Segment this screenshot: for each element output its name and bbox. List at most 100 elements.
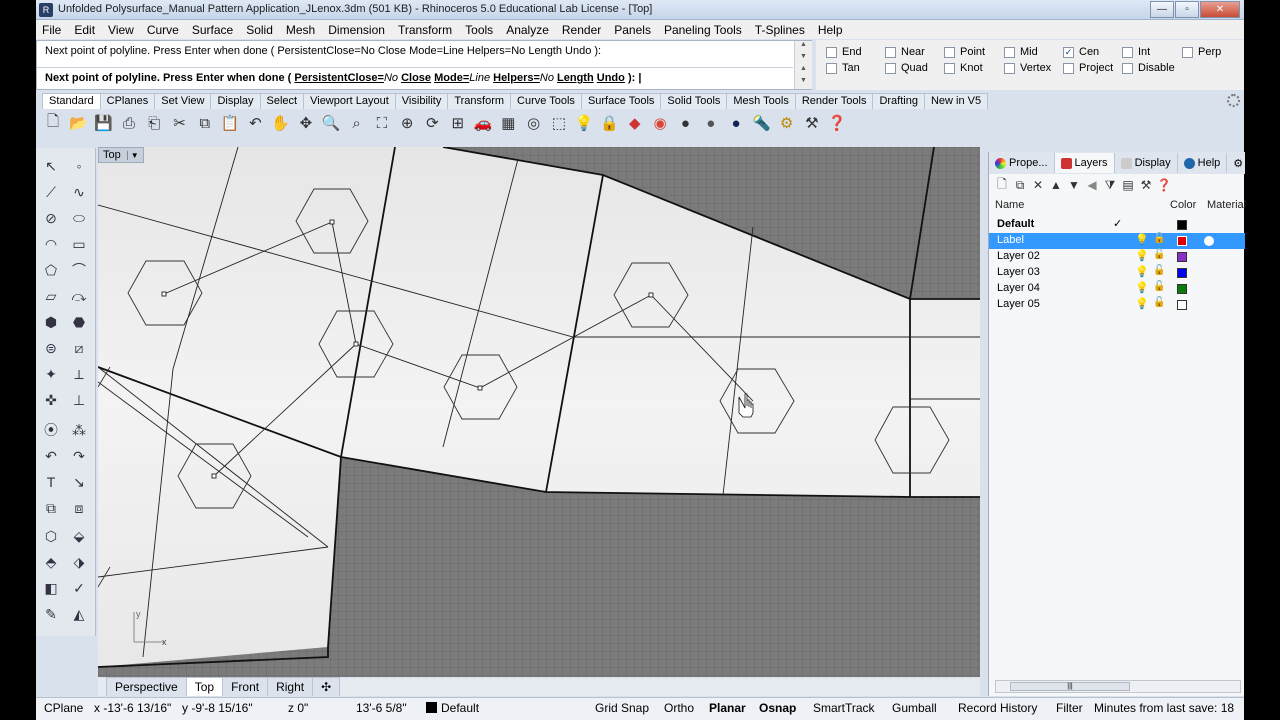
curve-icon[interactable]: ∿ — [68, 182, 90, 202]
options-gear-icon[interactable]: ⚙ — [776, 112, 798, 134]
spheres-icon[interactable]: ⬣ — [68, 312, 90, 332]
tab-new-in-v5[interactable]: New in V5 — [923, 93, 989, 109]
tab-standard[interactable]: Standard — [42, 93, 101, 109]
tab-select[interactable]: Select — [259, 93, 305, 109]
menu-render[interactable]: Render — [562, 23, 601, 37]
viewport-title[interactable]: Top ▼ — [98, 147, 144, 163]
boolean-icon[interactable]: ⦿ — [40, 420, 62, 440]
menu-analyze[interactable]: Analyze — [506, 23, 549, 37]
zoom-selected-icon[interactable]: ⊕ — [396, 112, 418, 134]
zoom-window-icon[interactable]: ⌕ — [346, 112, 368, 134]
menu-mesh[interactable]: Mesh — [286, 23, 315, 37]
menu-transform[interactable]: Transform — [398, 23, 452, 37]
tab-mesh-tools[interactable]: Mesh Tools — [726, 93, 796, 109]
layer-color-swatch[interactable] — [1177, 284, 1187, 294]
arc-icon[interactable]: ◠ — [40, 234, 62, 254]
light-icon[interactable]: 💡 — [573, 112, 595, 134]
cplane-icon[interactable]: ◎ — [523, 112, 545, 134]
dimension-icon[interactable]: ⟂ — [68, 364, 90, 384]
layer-row-label[interactable]: Label 💡 🔓 — [989, 233, 1245, 249]
loft-icon[interactable]: ⤼ — [68, 286, 90, 306]
status-cplane[interactable]: CPlane — [44, 701, 83, 715]
menu-edit[interactable]: Edit — [74, 23, 95, 37]
gumball-toggle[interactable]: Gumball — [892, 701, 937, 715]
ellipse-icon[interactable]: ⬭ — [68, 208, 90, 228]
tab-drafting[interactable]: Drafting — [872, 93, 925, 109]
render-sphere-icon[interactable]: ● — [700, 112, 722, 134]
command-scrollbar[interactable]: ▲ ▼ ▲ ▼ — [794, 41, 812, 89]
menu-panels[interactable]: Panels — [614, 23, 651, 37]
filter-icon[interactable]: ⧩ — [1101, 178, 1119, 193]
osnap-cen[interactable]: ✓ Cen — [1063, 46, 1099, 58]
filter-button[interactable]: Filter — [1056, 701, 1083, 715]
tab-visibility[interactable]: Visibility — [394, 93, 449, 109]
tab-right[interactable]: Right — [267, 677, 314, 696]
tab-layers[interactable]: Layers — [1054, 153, 1115, 173]
maximize-button[interactable]: ▫ — [1175, 1, 1199, 18]
osnap-project[interactable]: Project — [1063, 62, 1113, 74]
command-prompt[interactable]: Next point of polyline. Press Enter when… — [45, 72, 641, 84]
osnap-near[interactable]: Near — [885, 46, 925, 58]
menu-solid[interactable]: Solid — [246, 23, 273, 37]
tab-render-tools[interactable]: Render Tools — [794, 93, 874, 109]
tab-cplanes[interactable]: CPlanes — [99, 93, 156, 109]
material-sphere-icon[interactable]: ● — [725, 112, 747, 134]
car-icon[interactable]: 🚗 — [472, 112, 494, 134]
ortho-toggle[interactable]: Ortho — [664, 701, 694, 715]
menu-surface[interactable]: Surface — [192, 23, 233, 37]
osnap-mid[interactable]: Mid — [1004, 46, 1038, 58]
record-history-toggle[interactable]: Record History — [958, 701, 1037, 715]
check-icon[interactable]: ✓ — [68, 578, 90, 598]
osnap-knot[interactable]: Knot — [944, 62, 983, 74]
col-color[interactable]: Color — [1170, 199, 1196, 211]
unlock-icon[interactable]: 🔓 — [1153, 265, 1165, 276]
explode-icon[interactable]: ⬙ — [68, 526, 90, 546]
grid-snap-toggle[interactable]: Grid Snap — [595, 701, 649, 715]
layer-color-swatch[interactable] — [1177, 220, 1187, 230]
osnap-tan[interactable]: Tan — [826, 62, 860, 74]
toolbar-gear-icon[interactable] — [1227, 94, 1240, 107]
pan-icon[interactable]: ✋ — [270, 112, 292, 134]
move-parent-icon[interactable]: ◀ — [1083, 178, 1101, 192]
rotate-view-icon[interactable]: ⟳ — [421, 112, 443, 134]
fill-icon[interactable]: ◭ — [68, 604, 90, 624]
tab-display[interactable]: Display — [210, 93, 261, 109]
close-button[interactable]: ✕ — [1200, 1, 1240, 18]
layer-row-05[interactable]: Layer 05 💡 🔓 — [989, 297, 1245, 313]
four-viewports-icon[interactable]: ⊞ — [447, 112, 469, 134]
move-down-icon[interactable]: ▼ — [1065, 178, 1083, 192]
surface-icon[interactable]: ▱ — [40, 286, 62, 306]
polyline-icon[interactable]: ⟋ — [40, 182, 62, 202]
col-material[interactable]: Material — [1207, 199, 1246, 211]
analyze-icon[interactable]: ⬘ — [40, 552, 62, 572]
layer-color-swatch[interactable] — [1177, 236, 1187, 246]
tab-top[interactable]: Top — [185, 677, 224, 696]
osnap-point[interactable]: Point — [944, 46, 985, 58]
move-up-icon[interactable]: ▲ — [1047, 178, 1065, 192]
circle-icon[interactable]: ⊘ — [40, 208, 62, 228]
light-bulb-icon[interactable]: 💡 — [1135, 265, 1149, 278]
tab-help[interactable]: Help — [1178, 153, 1228, 173]
tab-perspective[interactable]: Perspective — [106, 677, 187, 696]
split-icon[interactable]: ⊥ — [68, 390, 90, 410]
menu-view[interactable]: View — [108, 23, 134, 37]
layer-row-default[interactable]: Default ✓ — [989, 217, 1245, 233]
menu-help[interactable]: Help — [818, 23, 843, 37]
top-viewport[interactable]: y x Top ▼ — [98, 147, 980, 677]
select-arrow-icon[interactable]: ↖ — [40, 156, 62, 176]
tab-surface-tools[interactable]: Surface Tools — [580, 93, 662, 109]
delete-layer-icon[interactable]: ✕ — [1029, 178, 1047, 192]
layer-color-swatch[interactable] — [1177, 300, 1187, 310]
tab-properties[interactable]: Prope... — [989, 153, 1055, 173]
layer-tools-icon[interactable]: ▤ — [1119, 178, 1137, 192]
layer-settings-icon[interactable]: ⚒ — [1137, 178, 1155, 192]
menu-file[interactable]: File — [42, 23, 61, 37]
ungroup-icon[interactable]: ⧈ — [68, 498, 90, 518]
undo-icon[interactable]: ↶ — [244, 112, 266, 134]
viewport-menu-arrow-icon[interactable]: ▼ — [126, 150, 139, 160]
select-icon[interactable]: ⬚ — [548, 112, 570, 134]
tab-transform[interactable]: Transform — [447, 93, 512, 109]
light-bulb-icon[interactable]: 💡 — [1135, 233, 1149, 246]
smarttrack-toggle[interactable]: SmartTrack — [813, 701, 875, 715]
cut-icon[interactable]: ✂ — [168, 112, 190, 134]
